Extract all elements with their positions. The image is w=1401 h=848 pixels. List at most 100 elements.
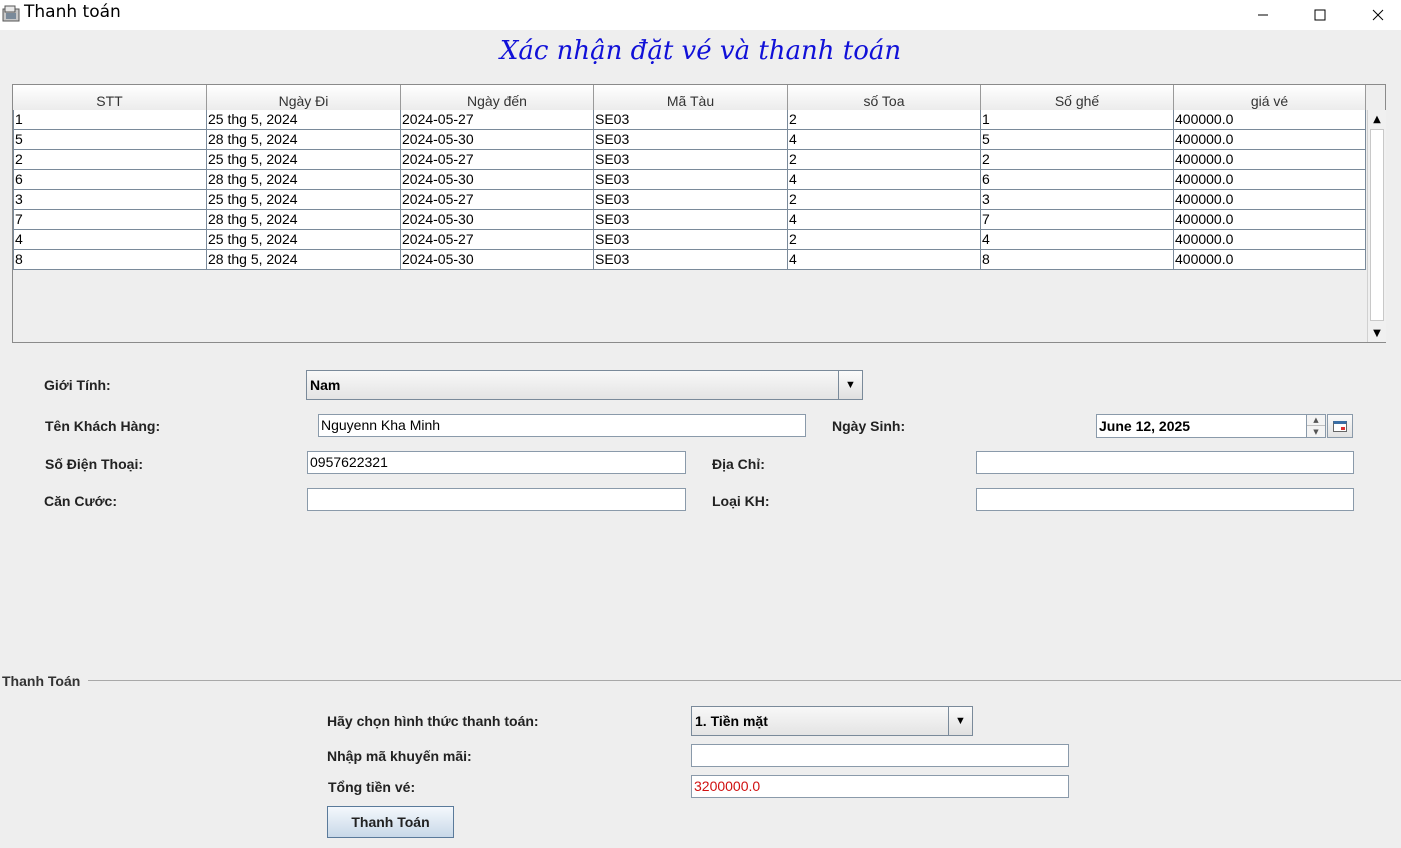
scroll-down-arrow-icon[interactable]: ▼: [1368, 324, 1386, 342]
cell-stt[interactable]: 4: [13, 230, 207, 250]
spin-down-icon[interactable]: ▼: [1307, 426, 1325, 437]
promo-code-input[interactable]: [691, 744, 1069, 767]
column-header-car-number[interactable]: số Toa: [788, 85, 981, 110]
cell-price[interactable]: 400000.0: [1174, 230, 1366, 250]
cell-seat-number[interactable]: 5: [981, 130, 1174, 150]
cell-departure-date[interactable]: 28 thg 5, 2024: [207, 210, 401, 230]
cell-price[interactable]: 400000.0: [1174, 130, 1366, 150]
scroll-thumb[interactable]: [1370, 129, 1384, 321]
cell-price[interactable]: 400000.0: [1174, 110, 1366, 130]
cell-stt[interactable]: 3: [13, 190, 207, 210]
cell-stt[interactable]: 5: [13, 130, 207, 150]
table-scrollbar[interactable]: ▲ ▼: [1367, 110, 1386, 342]
cell-train-code[interactable]: SE03: [594, 170, 788, 190]
cell-price[interactable]: 400000.0: [1174, 190, 1366, 210]
cell-train-code[interactable]: SE03: [594, 130, 788, 150]
cell-departure-date[interactable]: 25 thg 5, 2024: [207, 150, 401, 170]
column-header-stt[interactable]: STT: [13, 85, 207, 110]
calendar-button[interactable]: [1327, 414, 1353, 438]
cell-car-number[interactable]: 4: [788, 250, 981, 270]
cell-seat-number[interactable]: 8: [981, 250, 1174, 270]
cell-departure-date[interactable]: 28 thg 5, 2024: [207, 250, 401, 270]
cell-arrival-date[interactable]: 2024-05-27: [401, 190, 594, 210]
cell-departure-date[interactable]: 28 thg 5, 2024: [207, 170, 401, 190]
cell-seat-number[interactable]: 6: [981, 170, 1174, 190]
chevron-down-icon[interactable]: ▼: [948, 707, 972, 735]
cell-arrival-date[interactable]: 2024-05-30: [401, 170, 594, 190]
table-row[interactable]: 2 25 thg 5, 2024 2024-05-27 SE03 2 2 400000.0: [13, 150, 1366, 170]
column-header-arrival-date[interactable]: Ngày đến: [401, 85, 594, 110]
cell-price[interactable]: 400000.0: [1174, 250, 1366, 270]
cell-departure-date[interactable]: 25 thg 5, 2024: [207, 190, 401, 210]
table-row[interactable]: 5 28 thg 5, 2024 2024-05-30 SE03 4 5 400000.0: [13, 130, 1366, 150]
cell-seat-number[interactable]: 1: [981, 110, 1174, 130]
cell-seat-number[interactable]: 2: [981, 150, 1174, 170]
cell-train-code[interactable]: SE03: [594, 190, 788, 210]
spin-up-icon[interactable]: ▲: [1307, 415, 1325, 426]
cell-arrival-date[interactable]: 2024-05-30: [401, 130, 594, 150]
payment-method-select[interactable]: 1. Tiền mặt ▼: [691, 706, 973, 736]
table-row[interactable]: 3 25 thg 5, 2024 2024-05-27 SE03 2 3 400000.0: [13, 190, 1366, 210]
cell-stt[interactable]: 2: [13, 150, 207, 170]
table-row[interactable]: 7 28 thg 5, 2024 2024-05-30 SE03 4 7 400000.0: [13, 210, 1366, 230]
promo-code-label: Nhập mã khuyến mãi:: [327, 748, 472, 764]
cell-train-code[interactable]: SE03: [594, 150, 788, 170]
cell-departure-date[interactable]: 28 thg 5, 2024: [207, 130, 401, 150]
cell-departure-date[interactable]: 25 thg 5, 2024: [207, 230, 401, 250]
cell-car-number[interactable]: 2: [788, 230, 981, 250]
cell-car-number[interactable]: 4: [788, 210, 981, 230]
cell-train-code[interactable]: SE03: [594, 230, 788, 250]
close-icon[interactable]: [1349, 0, 1401, 30]
title-bar: Thanh toán: [0, 0, 1401, 30]
cell-price[interactable]: 400000.0: [1174, 170, 1366, 190]
dob-spinner[interactable]: ▲ ▼: [1306, 414, 1326, 438]
cell-price[interactable]: 400000.0: [1174, 150, 1366, 170]
payment-method-label: Hãy chọn hình thức thanh toán:: [327, 713, 539, 729]
cell-arrival-date[interactable]: 2024-05-27: [401, 230, 594, 250]
cell-seat-number[interactable]: 3: [981, 190, 1174, 210]
cell-seat-number[interactable]: 4: [981, 230, 1174, 250]
cell-car-number[interactable]: 4: [788, 130, 981, 150]
table-row[interactable]: 1 25 thg 5, 2024 2024-05-27 SE03 2 1 400000.0: [13, 110, 1366, 130]
cell-arrival-date[interactable]: 2024-05-27: [401, 110, 594, 130]
cell-car-number[interactable]: 2: [788, 110, 981, 130]
minimize-icon[interactable]: [1234, 0, 1292, 30]
address-input[interactable]: [976, 451, 1354, 474]
cell-stt[interactable]: 7: [13, 210, 207, 230]
payment-divider: [88, 680, 1401, 681]
id-card-input[interactable]: [307, 488, 686, 511]
chevron-down-icon[interactable]: ▼: [838, 371, 862, 399]
column-header-price[interactable]: giá vé: [1174, 85, 1366, 110]
address-label: Địa Chỉ:: [712, 456, 765, 472]
cell-train-code[interactable]: SE03: [594, 210, 788, 230]
cell-train-code[interactable]: SE03: [594, 250, 788, 270]
cell-arrival-date[interactable]: 2024-05-30: [401, 210, 594, 230]
scroll-up-arrow-icon[interactable]: ▲: [1368, 110, 1386, 128]
cell-car-number[interactable]: 4: [788, 170, 981, 190]
cell-car-number[interactable]: 2: [788, 190, 981, 210]
table-row[interactable]: 4 25 thg 5, 2024 2024-05-27 SE03 2 4 400000.0: [13, 230, 1366, 250]
cell-price[interactable]: 400000.0: [1174, 210, 1366, 230]
column-header-departure-date[interactable]: Ngày Đi: [207, 85, 401, 110]
cell-arrival-date[interactable]: 2024-05-30: [401, 250, 594, 270]
cell-departure-date[interactable]: 25 thg 5, 2024: [207, 110, 401, 130]
table-body: 1 25 thg 5, 2024 2024-05-27 SE03 2 1 400000.0 5…: [13, 110, 1366, 270]
customer-type-input[interactable]: [976, 488, 1354, 511]
maximize-icon[interactable]: [1291, 0, 1349, 30]
customer-name-input[interactable]: Nguyenn Kha Minh: [318, 414, 806, 437]
cell-train-code[interactable]: SE03: [594, 110, 788, 130]
table-row[interactable]: 8 28 thg 5, 2024 2024-05-30 SE03 4 8 400000.0: [13, 250, 1366, 270]
cell-stt[interactable]: 6: [13, 170, 207, 190]
cell-arrival-date[interactable]: 2024-05-27: [401, 150, 594, 170]
dob-input[interactable]: June 12, 2025: [1096, 414, 1307, 438]
cell-seat-number[interactable]: 7: [981, 210, 1174, 230]
table-row[interactable]: 6 28 thg 5, 2024 2024-05-30 SE03 4 6 400000.0: [13, 170, 1366, 190]
column-header-train-code[interactable]: Mã Tàu: [594, 85, 788, 110]
phone-input[interactable]: 0957622321: [307, 451, 686, 474]
column-header-seat-number[interactable]: Số ghế: [981, 85, 1174, 110]
gender-select[interactable]: Nam ▼: [306, 370, 863, 400]
cell-car-number[interactable]: 2: [788, 150, 981, 170]
pay-button[interactable]: Thanh Toán: [327, 806, 454, 838]
cell-stt[interactable]: 8: [13, 250, 207, 270]
cell-stt[interactable]: 1: [13, 110, 207, 130]
